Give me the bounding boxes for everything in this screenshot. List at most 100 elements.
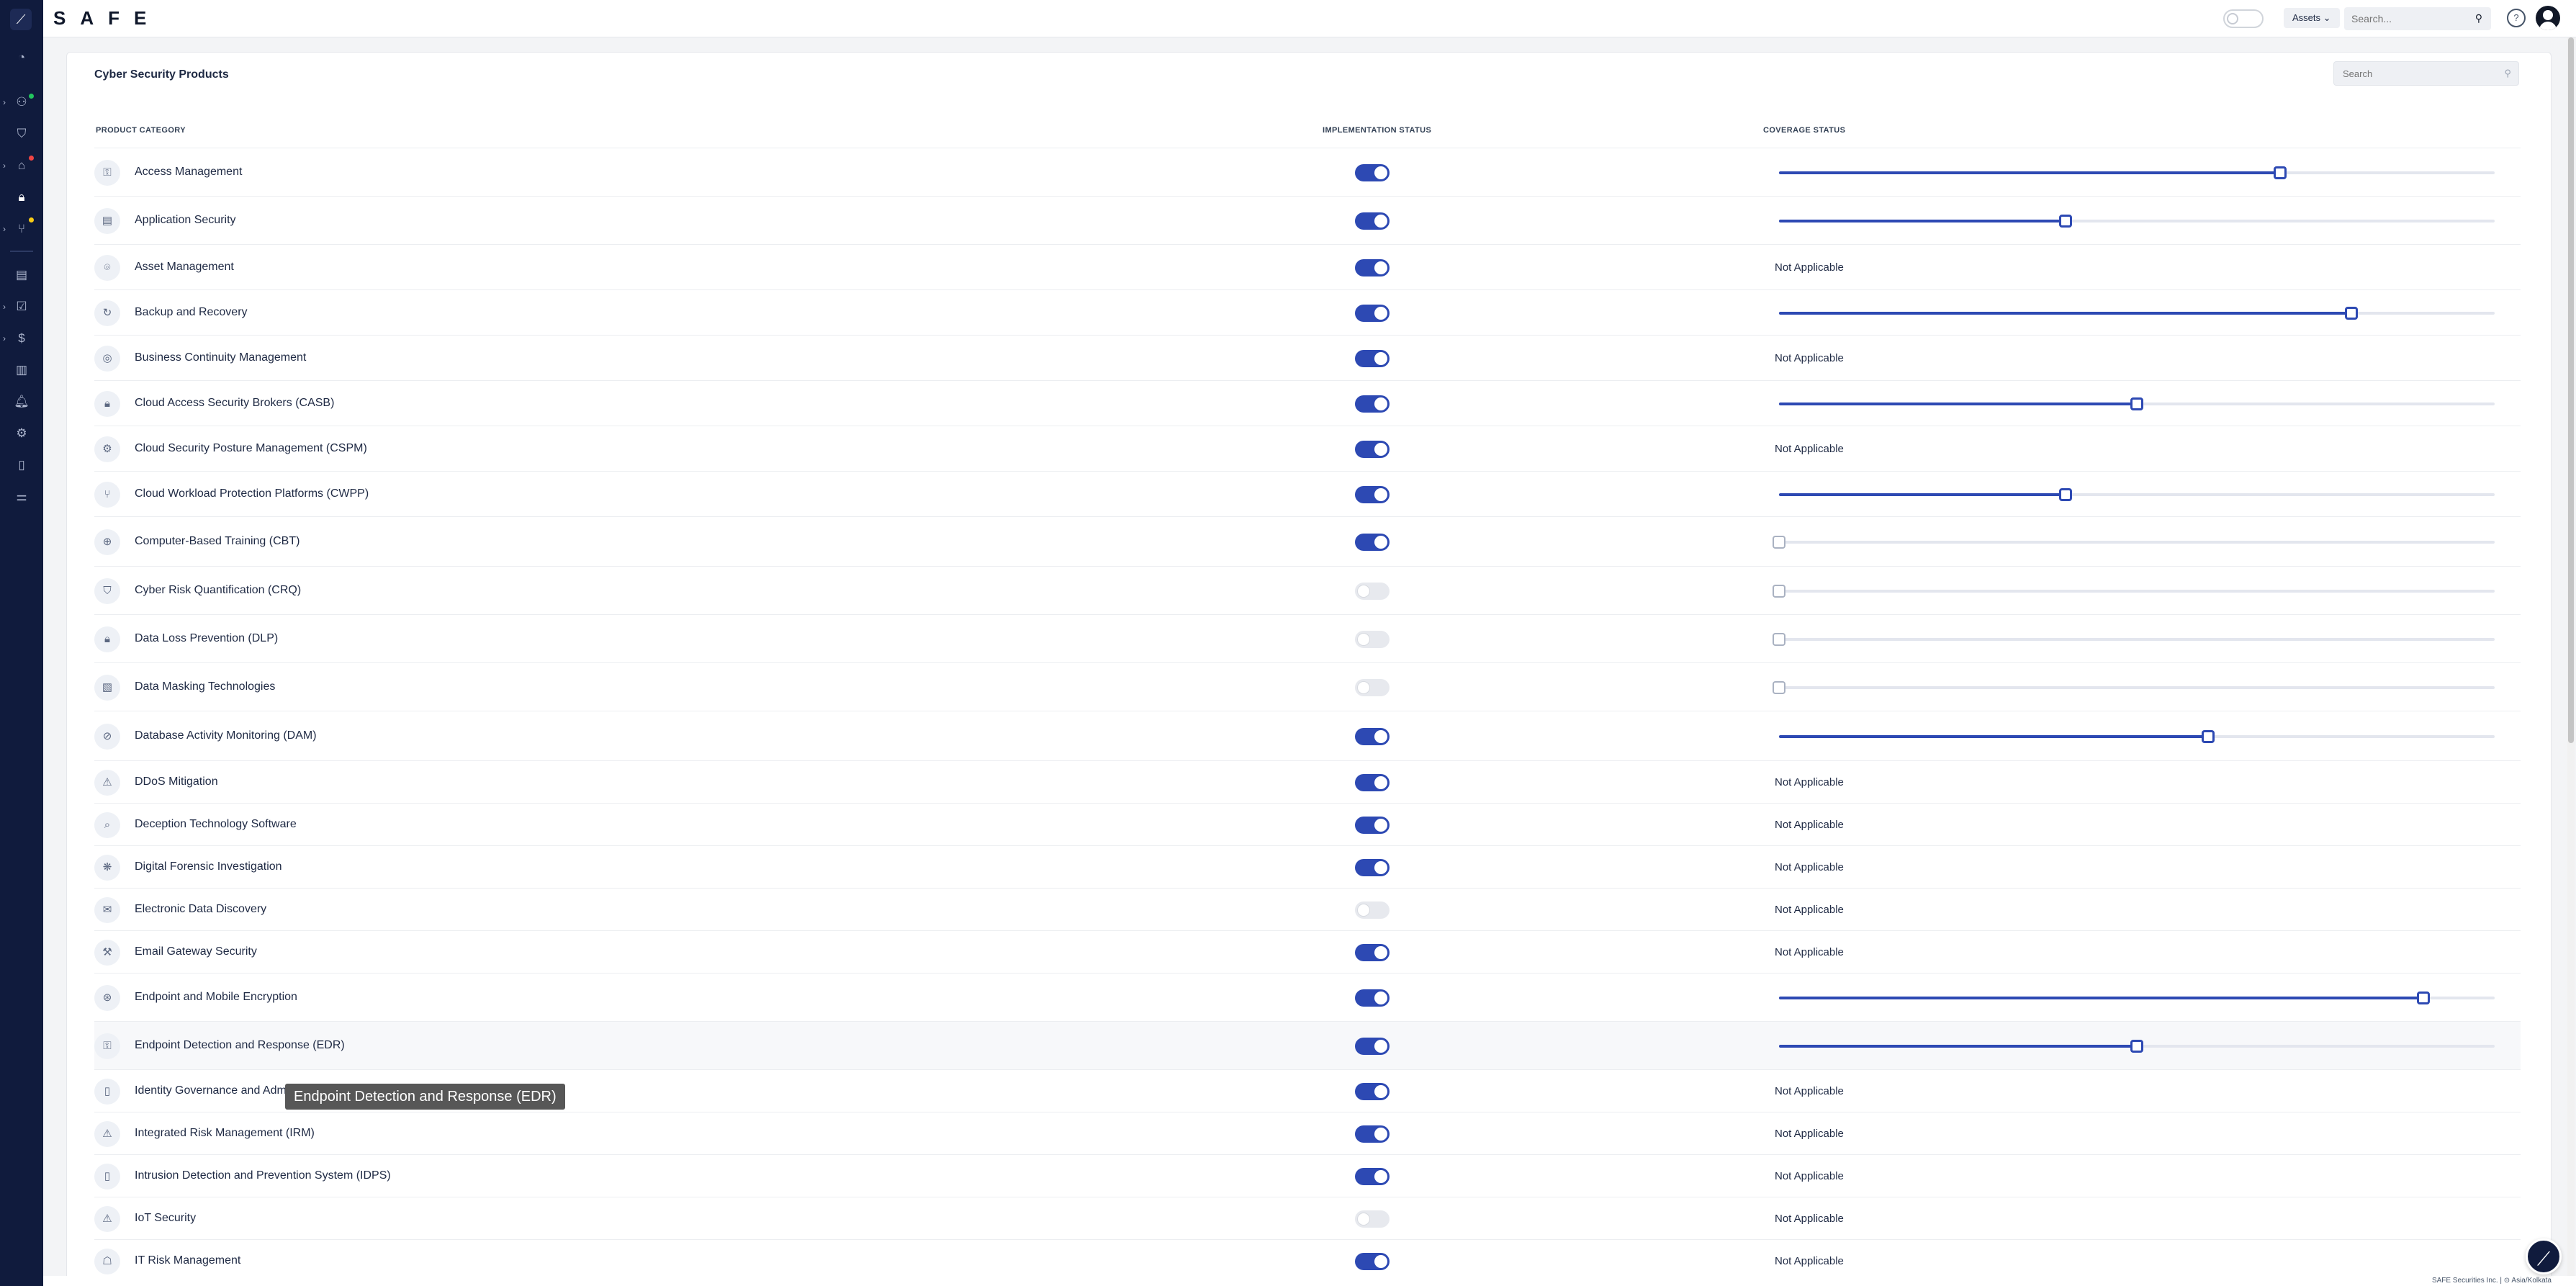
network-icon[interactable]: ⑂ (13, 220, 30, 238)
scrollbar-thumb[interactable] (2568, 37, 2574, 743)
table-row[interactable]: ⛉ Cyber Risk Quantification (CRQ) (94, 566, 2521, 614)
implementation-toggle[interactable] (1355, 858, 1390, 876)
gear-icon[interactable]: ⚙ (13, 425, 30, 442)
help-chat-icon[interactable]: ? (2507, 9, 2526, 27)
theme-toggle[interactable] (2223, 9, 2264, 28)
implementation-toggle[interactable] (1355, 816, 1390, 834)
implementation-toggle[interactable] (1355, 1125, 1390, 1143)
table-row[interactable]: ⚒ Email Gateway Security Not Applicable (94, 930, 2521, 973)
user-avatar[interactable] (2536, 6, 2560, 30)
dollar-icon[interactable]: $ (13, 330, 30, 347)
lock-icon[interactable]: 🔒︎ (13, 189, 30, 206)
implementation-toggle[interactable] (1355, 395, 1390, 413)
coverage-slider[interactable] (1779, 487, 2495, 501)
implementation-toggle[interactable] (1355, 773, 1390, 791)
slider-handle[interactable] (1773, 584, 1785, 598)
implementation-toggle[interactable] (1355, 1037, 1390, 1055)
coverage-slider[interactable] (1773, 632, 2495, 646)
implementation-toggle[interactable] (1355, 533, 1390, 551)
chevron-right-icon[interactable]: › (3, 298, 10, 315)
global-search-input[interactable] (2351, 7, 2459, 30)
table-row[interactable]: ⚙ Cloud Security Posture Management (CSPM… (94, 426, 2521, 471)
table-row[interactable]: ⌕ Deception Technology Software Not Applic… (94, 803, 2521, 845)
table-row[interactable]: 🔒︎ Cloud Access Security Brokers (CASB) (94, 380, 2521, 426)
table-row[interactable]: ▤ Application Security (94, 196, 2521, 244)
slider-handle[interactable] (2059, 487, 2072, 501)
table-row[interactable]: ⚠ Integrated Risk Management (IRM) Not App… (94, 1112, 2521, 1154)
table-row[interactable]: ⊕ Computer-Based Training (CBT) (94, 516, 2521, 566)
implementation-toggle[interactable] (1355, 630, 1390, 648)
table-row[interactable]: ⌾ Asset Management Not Applicable (94, 244, 2521, 289)
table-row[interactable]: ⚠ DDoS Mitigation Not Applicable (94, 760, 2521, 803)
coverage-slider[interactable] (1779, 729, 2495, 743)
search-icon[interactable]: ⚲ (2475, 12, 2482, 24)
bell-icon[interactable]: 🔔︎ (13, 393, 30, 410)
shield-icon[interactable]: ⛉ (13, 125, 30, 143)
implementation-toggle[interactable] (1355, 1082, 1390, 1100)
file-icon[interactable]: ▯ (13, 457, 30, 474)
table-row[interactable]: ◎ Business Continuity Management Not Appli… (94, 335, 2521, 380)
users-icon[interactable]: ⚇ (13, 94, 30, 111)
implementation-toggle[interactable] (1355, 485, 1390, 503)
slider-handle[interactable] (1773, 680, 1785, 694)
table-row[interactable]: ⑂ Cloud Workload Protection Platforms (CW… (94, 471, 2521, 516)
settings-sliders-icon[interactable]: ⚌ (13, 488, 30, 505)
slider-handle[interactable] (2059, 214, 2072, 228)
coverage-slider[interactable] (1773, 584, 2495, 598)
slider-handle[interactable] (2130, 397, 2143, 410)
coverage-slider[interactable] (1779, 991, 2495, 1004)
chevron-right-icon[interactable]: › (3, 157, 10, 174)
implementation-toggle[interactable] (1355, 163, 1390, 181)
coverage-slider[interactable] (1779, 306, 2495, 320)
column-header-coverage[interactable]: COVERAGE STATUS (1763, 126, 1845, 135)
checklist-icon[interactable]: ☑ (13, 298, 30, 315)
slider-handle[interactable] (2274, 166, 2287, 179)
column-header-implementation[interactable]: IMPLEMENTATION STATUS (1323, 126, 1431, 135)
table-row[interactable]: ▧ Data Masking Technologies (94, 662, 2521, 711)
implementation-toggle[interactable] (1355, 727, 1390, 745)
implementation-toggle[interactable] (1355, 212, 1390, 230)
table-row[interactable]: ⚠ IoT Security Not Applicable (94, 1197, 2521, 1239)
implementation-toggle[interactable] (1355, 349, 1390, 367)
table-row[interactable]: ⚿ Endpoint Detection and Response (EDR) (94, 1021, 2521, 1069)
report-icon[interactable]: ▥ (13, 361, 30, 379)
slider-handle[interactable] (2202, 729, 2215, 743)
implementation-toggle[interactable] (1355, 1167, 1390, 1185)
implementation-toggle[interactable] (1355, 1252, 1390, 1270)
table-row[interactable]: 🔒︎ Data Loss Prevention (DLP) (94, 614, 2521, 662)
implementation-toggle[interactable] (1355, 440, 1390, 458)
app-logo-icon[interactable]: ⟋ (10, 9, 32, 30)
table-row[interactable]: ▯ Intrusion Detection and Prevention Syst… (94, 1154, 2521, 1197)
assets-dropdown[interactable]: Assets ⌄ (2284, 8, 2340, 28)
table-row[interactable]: ❋ Digital Forensic Investigation Not Appli… (94, 845, 2521, 888)
product-search-input[interactable] (2343, 62, 2487, 85)
coverage-slider[interactable] (1773, 535, 2495, 549)
home-icon[interactable]: ⌂ (13, 157, 30, 174)
global-search[interactable]: ⚲ (2344, 7, 2491, 30)
implementation-toggle[interactable] (1355, 258, 1390, 276)
assistant-fab-icon[interactable]: ⟋ (2526, 1238, 2562, 1274)
dashboard-icon[interactable]: ◔ (13, 49, 30, 66)
document-icon[interactable]: ▤ (13, 266, 30, 284)
coverage-slider[interactable] (1779, 1039, 2495, 1053)
slider-handle[interactable] (1773, 535, 1785, 549)
implementation-toggle[interactable] (1355, 901, 1390, 919)
coverage-slider[interactable] (1779, 214, 2495, 228)
slider-handle[interactable] (2417, 991, 2430, 1004)
chevron-right-icon[interactable]: › (3, 330, 10, 347)
implementation-toggle[interactable] (1355, 943, 1390, 961)
chevron-right-icon[interactable]: › (3, 94, 10, 111)
table-row[interactable]: ✉ Electronic Data Discovery Not Applicable (94, 888, 2521, 930)
page-scrollbar[interactable] (2567, 37, 2575, 1276)
slider-handle[interactable] (2130, 1039, 2143, 1053)
product-search[interactable]: ⚲ (2333, 61, 2519, 86)
implementation-toggle[interactable] (1355, 582, 1390, 600)
implementation-toggle[interactable] (1355, 989, 1390, 1007)
implementation-toggle[interactable] (1355, 1210, 1390, 1228)
table-row[interactable]: ⊘ Database Activity Monitoring (DAM) (94, 711, 2521, 760)
search-icon[interactable]: ⚲ (2504, 68, 2511, 79)
slider-handle[interactable] (1773, 632, 1785, 646)
slider-handle[interactable] (2345, 306, 2358, 320)
column-header-category[interactable]: PRODUCT CATEGORY (96, 126, 186, 135)
coverage-slider[interactable] (1779, 397, 2495, 410)
